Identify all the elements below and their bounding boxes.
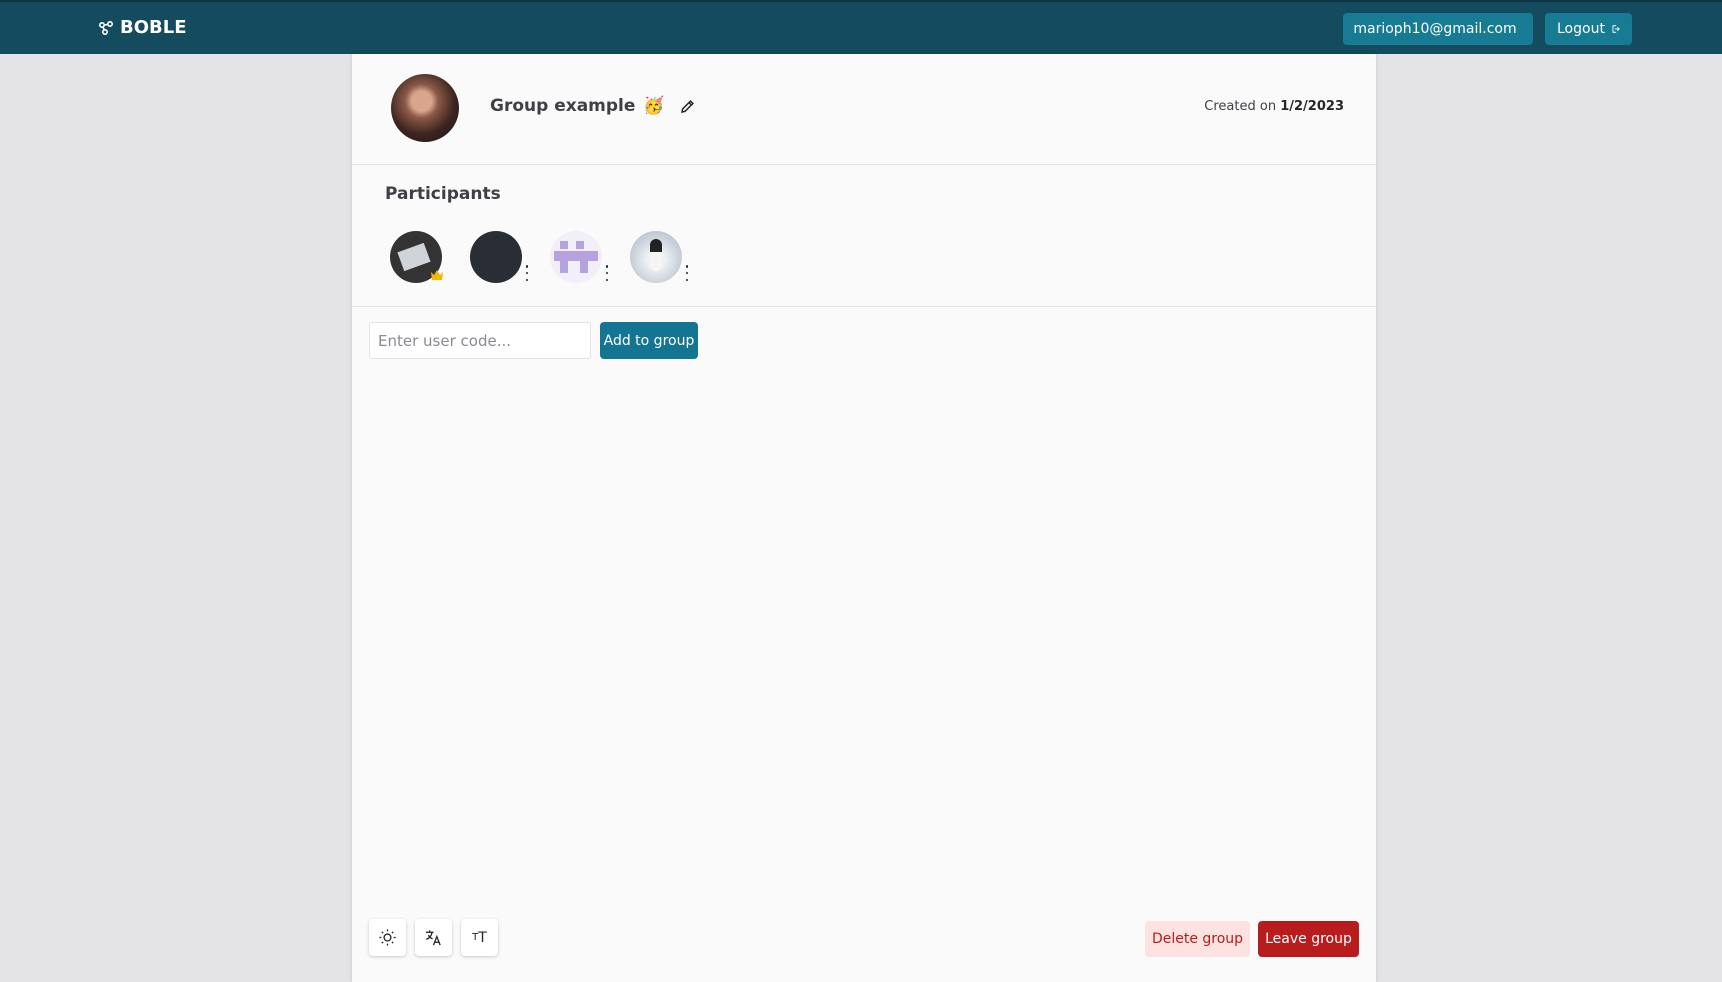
created-prefix: Created on	[1204, 99, 1277, 114]
font-size-big-label: T	[478, 929, 487, 946]
pencil-icon[interactable]	[679, 98, 696, 115]
theme-toggle-button[interactable]	[369, 919, 406, 956]
participants-title: Participants	[385, 184, 501, 204]
group-card: Group example 🥳 Created on 1/2/2023 Part…	[352, 54, 1376, 982]
avatar[interactable]	[550, 231, 602, 283]
font-size-button[interactable]: TT	[461, 919, 498, 956]
translate-icon	[425, 930, 441, 946]
account-email: marioph10@gmail.com	[1353, 21, 1517, 37]
brand-logo[interactable]: BOBLE	[98, 17, 187, 38]
crown-icon	[431, 270, 443, 280]
leave-group-button[interactable]: Leave group	[1258, 921, 1359, 957]
logout-icon	[1612, 25, 1620, 33]
share-nodes-icon	[98, 20, 114, 35]
group-avatar	[391, 74, 459, 142]
sun-icon	[379, 929, 396, 946]
more-vertical-icon[interactable]	[525, 265, 529, 281]
participants-section: Participants	[352, 164, 1376, 307]
user-code-input[interactable]	[369, 322, 591, 359]
participant-1[interactable]	[390, 231, 448, 285]
group-header: Group example 🥳 Created on 1/2/2023	[352, 54, 1376, 165]
brand-name: BOBLE	[120, 17, 187, 38]
group-title-row: Group example 🥳	[490, 96, 696, 116]
more-vertical-icon[interactable]	[685, 265, 689, 281]
group-emoji: 🥳	[643, 96, 665, 116]
group-title: Group example	[490, 96, 636, 116]
avatar[interactable]	[630, 231, 682, 283]
logout-label: Logout	[1557, 21, 1605, 37]
language-button[interactable]	[415, 919, 452, 956]
add-to-group-button[interactable]: Add to group	[600, 322, 698, 359]
participant-4[interactable]	[630, 231, 689, 285]
top-navbar: BOBLE marioph10@gmail.com Logout	[0, 0, 1722, 54]
account-button[interactable]: marioph10@gmail.com	[1343, 13, 1533, 45]
participant-2[interactable]	[470, 231, 529, 285]
created-date: Created on 1/2/2023	[1204, 99, 1344, 114]
avatar[interactable]	[470, 231, 522, 283]
logout-button[interactable]: Logout	[1545, 13, 1632, 45]
delete-group-button[interactable]: Delete group	[1145, 921, 1250, 957]
more-vertical-icon[interactable]	[605, 265, 609, 281]
participant-3[interactable]	[550, 231, 609, 285]
created-date-value: 1/2/2023	[1280, 99, 1344, 114]
